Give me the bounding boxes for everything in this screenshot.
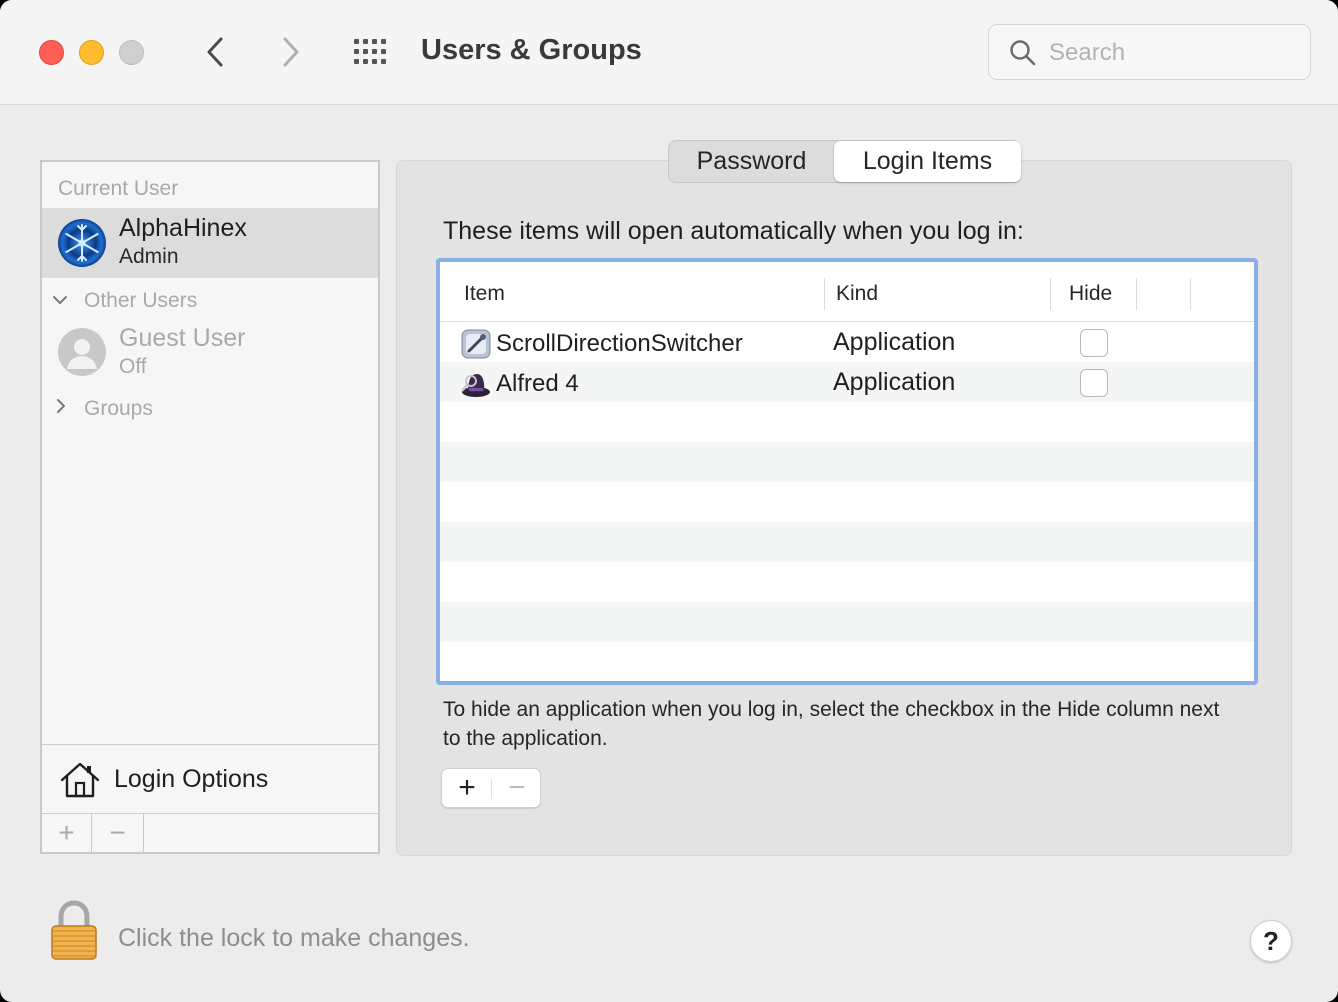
alfred-icon [461, 374, 490, 397]
item-name: Alfred 4 [496, 370, 579, 397]
item-name: ScrollDirectionSwitcher [496, 330, 743, 357]
guest-user-name: Guest User [119, 324, 246, 352]
table-row-empty [440, 402, 1254, 442]
users-sidebar: Current User AlphaHinex Admin Other User… [40, 160, 380, 854]
table-row-empty [440, 522, 1254, 562]
snowflake-icon [65, 224, 99, 262]
search-icon [1010, 40, 1036, 66]
remove-user-button[interactable]: − [92, 814, 144, 852]
user-row-guest[interactable]: Guest User Off [42, 318, 378, 384]
grid-dot [381, 49, 386, 54]
groups-header[interactable]: Groups [84, 397, 153, 421]
zoom-button[interactable] [119, 40, 144, 65]
grid-dot [363, 49, 368, 54]
current-user-name: AlphaHinex [119, 214, 247, 242]
help-button[interactable]: ? [1250, 920, 1292, 962]
add-user-button[interactable]: + [42, 814, 92, 852]
grid-dot [363, 59, 368, 64]
grid-dot [354, 49, 359, 54]
column-header-item[interactable]: Item [464, 282, 505, 306]
guest-user-status: Off [119, 355, 147, 378]
item-cell: ScrollDirectionSwitcher [460, 328, 743, 360]
login-items-table[interactable]: Item Kind Hide ScrollDirectionSwitcher A… [436, 258, 1258, 685]
search-input[interactable] [1049, 37, 1289, 69]
back-button[interactable] [200, 34, 230, 70]
grid-dot [372, 49, 377, 54]
grid-dot [372, 59, 377, 64]
forward-button[interactable] [276, 34, 306, 70]
table-header: Item Kind Hide [440, 262, 1254, 322]
table-row-empty [440, 642, 1254, 681]
add-item-button[interactable]: + [442, 769, 492, 807]
column-separator [824, 278, 825, 310]
other-users-header: Other Users [84, 289, 198, 312]
column-separator [1136, 278, 1137, 310]
lock-message: Click the lock to make changes. [118, 924, 470, 952]
table-row-empty [440, 442, 1254, 482]
tab-control: Password Login Items [668, 140, 1021, 183]
users-groups-window: Users & Groups Current User [0, 0, 1338, 1002]
column-separator [1050, 278, 1051, 310]
chevron-right-icon [283, 37, 299, 67]
person-icon [67, 339, 97, 369]
hide-checkbox[interactable] [1080, 369, 1108, 397]
table-row-empty [440, 602, 1254, 642]
chevron-right-icon[interactable] [54, 398, 68, 414]
search-field[interactable] [988, 24, 1311, 80]
close-button[interactable] [39, 40, 64, 65]
login-items-intro: These items will open automatically when… [443, 217, 1024, 245]
kind-cell: Application [833, 328, 956, 356]
grid-dot [381, 39, 386, 44]
grid-dot [381, 59, 386, 64]
grid-dot [372, 39, 377, 44]
scroll-direction-switcher-icon [461, 329, 491, 359]
user-row-current[interactable]: AlphaHinex Admin [42, 208, 378, 278]
grid-dot [354, 39, 359, 44]
table-row-empty [440, 562, 1254, 602]
sidebar-button-bar: + − [42, 814, 378, 852]
current-user-role: Admin [119, 245, 179, 268]
table-row[interactable]: Alfred 4 Application [440, 362, 1254, 402]
grid-dot [363, 39, 368, 44]
avatar [58, 219, 106, 267]
chevron-down-icon[interactable] [52, 292, 68, 308]
hide-checkbox[interactable] [1080, 329, 1108, 357]
house-icon [60, 762, 100, 798]
avatar [58, 328, 106, 376]
table-row[interactable]: ScrollDirectionSwitcher Application [440, 322, 1254, 362]
remove-item-button[interactable]: − [492, 769, 542, 807]
table-row-empty [440, 482, 1254, 522]
lock-icon[interactable] [48, 900, 100, 962]
tab-login-items[interactable]: Login Items [834, 141, 1021, 182]
column-header-hide[interactable]: Hide [1069, 282, 1112, 306]
add-remove-control: + − [441, 768, 541, 808]
toolbar: Users & Groups [0, 0, 1338, 105]
column-header-kind[interactable]: Kind [836, 282, 878, 306]
chevron-left-icon [207, 37, 223, 67]
column-separator [1190, 278, 1191, 310]
login-options-label: Login Options [114, 765, 269, 793]
minimize-button[interactable] [79, 40, 104, 65]
kind-cell: Application [833, 368, 956, 396]
tab-password[interactable]: Password [669, 141, 834, 182]
hide-hint-text: To hide an application when you log in, … [443, 698, 1220, 750]
show-all-button[interactable] [352, 37, 392, 67]
login-options-button[interactable]: Login Options [42, 744, 378, 814]
item-cell: Alfred 4 [460, 368, 579, 400]
window-title: Users & Groups [421, 34, 642, 66]
grid-dot [354, 59, 359, 64]
current-user-header: Current User [58, 177, 179, 200]
